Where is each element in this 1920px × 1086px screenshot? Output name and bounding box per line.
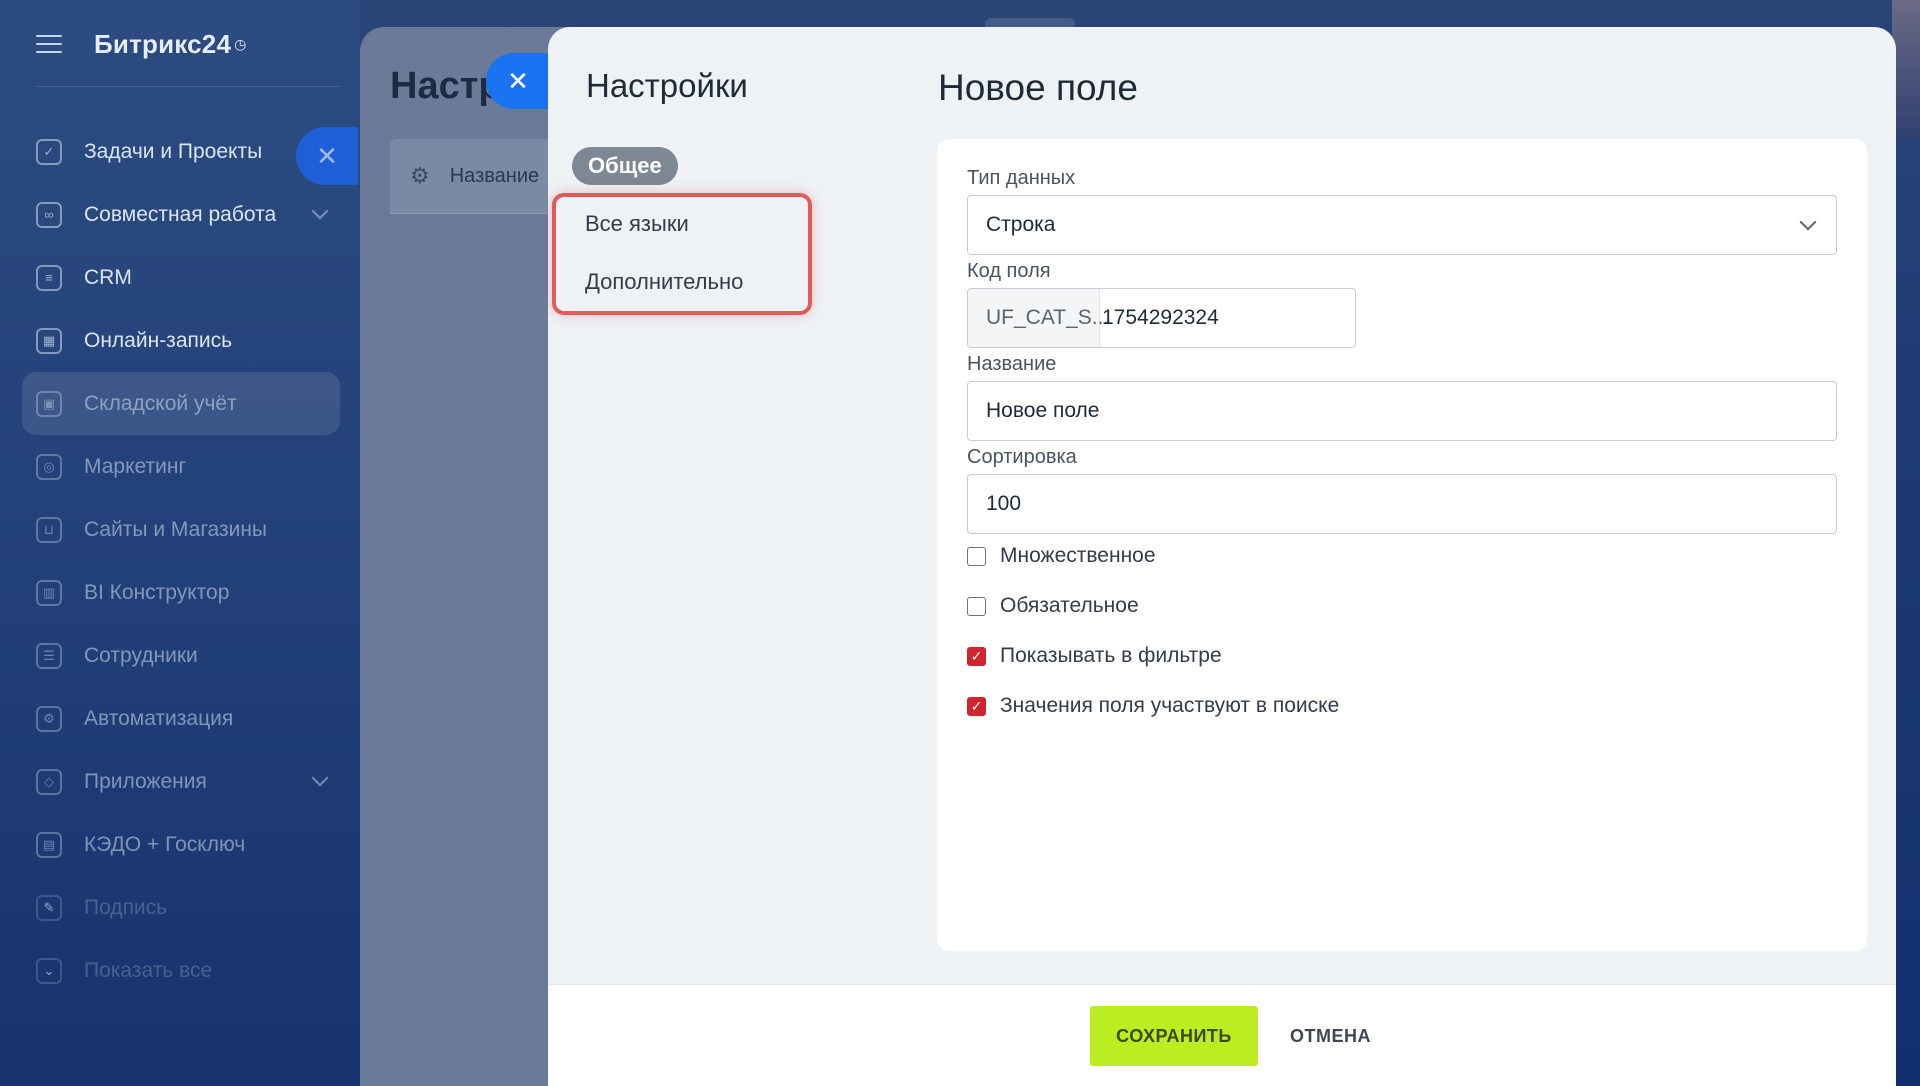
close-settings-slider-button[interactable]: ✕	[486, 53, 550, 109]
clock-icon: ◷	[234, 35, 247, 52]
sidebar-menu: ✓ Задачи и Проекты ∞ Совместная работа ≡…	[22, 120, 340, 1002]
field-form-card: Тип данных Строка Код поля UF_CAT_S... 1…	[937, 139, 1867, 951]
sidebar-item-employees[interactable]: ☰ Сотрудники	[22, 624, 340, 687]
cancel-button[interactable]: ОТМЕНА	[1274, 1006, 1387, 1066]
crm-icon: ≡	[36, 264, 62, 291]
sidebar-item-label: Маркетинг	[84, 454, 187, 478]
sidebar-item-label: Автоматизация	[84, 706, 234, 730]
chevron-down-icon	[1799, 213, 1817, 231]
gear-icon[interactable]: ⚙	[410, 163, 430, 189]
field-code-value: 1754292324	[1102, 306, 1219, 329]
cube-icon: ◇	[36, 768, 62, 795]
sort-input[interactable]: 100	[967, 474, 1837, 534]
signature-icon: ✎	[36, 894, 62, 921]
close-icon: ✕	[507, 65, 529, 96]
sidebar-item-tasks[interactable]: ✓ Задачи и Проекты	[22, 120, 340, 183]
field-settings-slider: Настройки Общее Все языки Дополнительно …	[548, 27, 1896, 1086]
sidebar-item-apps[interactable]: ◇ Приложения	[22, 750, 340, 813]
sidebar-divider	[36, 86, 340, 87]
employees-icon: ☰	[36, 642, 62, 669]
document-icon: ▤	[36, 831, 62, 858]
background-panel-column-label: Название	[449, 164, 540, 187]
robot-icon: ⚙	[36, 705, 62, 732]
show-in-filter-checkbox[interactable]: ✓	[967, 646, 986, 666]
sidebar-item-crm[interactable]: ≡ CRM	[22, 246, 340, 309]
brand-logo: Битрикс24	[94, 28, 232, 59]
collaboration-icon: ∞	[36, 201, 62, 228]
background-panel-title: Настр	[390, 65, 502, 107]
target-icon: ◎	[36, 453, 62, 480]
sidebar-item-label: Показать все	[84, 958, 213, 982]
sidebar-item-label: BI Конструктор	[84, 580, 230, 604]
calendar-icon: ▦	[36, 327, 62, 354]
chevron-down-icon: ⌄	[36, 957, 62, 984]
close-icon: ✕	[316, 140, 338, 171]
sidebar-item-booking[interactable]: ▦ Онлайн-запись	[22, 309, 340, 372]
cart-icon: ⊔	[36, 516, 62, 543]
multiple-checkbox-row[interactable]: Множественное	[967, 544, 1156, 568]
sidebar-item-show-all[interactable]: ⌄ Показать все	[22, 939, 340, 1002]
warehouse-icon: ▣	[36, 390, 62, 417]
chevron-down-icon	[311, 769, 329, 787]
close-sidebar-slider-button[interactable]: ✕	[296, 127, 358, 185]
sidebar-item-label: Задачи и Проекты	[84, 139, 263, 163]
tab-general[interactable]: Общее	[572, 147, 678, 185]
multiple-label: Множественное	[1000, 544, 1156, 567]
searchable-checkbox[interactable]: ✓	[967, 696, 986, 716]
name-label: Название	[967, 353, 1057, 375]
searchable-label: Значения поля участвуют в поиске	[1000, 694, 1340, 717]
settings-nav-title: Настройки	[586, 67, 748, 104]
field-code-label: Код поля	[967, 260, 1051, 282]
multiple-checkbox[interactable]	[967, 546, 986, 566]
checkbox-icon: ✓	[36, 138, 62, 165]
sidebar-item-label: Сотрудники	[84, 643, 198, 667]
required-label: Обязательное	[1000, 594, 1139, 617]
footer-bar: СОХРАНИТЬ ОТМЕНА	[548, 984, 1896, 1086]
show-in-filter-label: Показывать в фильтре	[1000, 644, 1222, 667]
sidebar-item-label: Подпись	[84, 895, 168, 919]
name-input[interactable]: Новое поле	[967, 381, 1837, 441]
background-decoration	[1892, 0, 1920, 140]
sidebar-item-label: Сайты и Магазины	[84, 517, 268, 541]
chevron-down-icon	[311, 202, 329, 220]
data-type-select[interactable]: Строка	[967, 195, 1837, 255]
menu-burger-icon[interactable]	[36, 35, 62, 53]
sidebar-item-warehouse[interactable]: ▣ Складской учёт	[22, 372, 340, 435]
data-type-value: Строка	[986, 213, 1056, 236]
show-in-filter-checkbox-row[interactable]: ✓ Показывать в фильтре	[967, 644, 1222, 668]
searchable-checkbox-row[interactable]: ✓ Значения поля участвуют в поиске	[967, 694, 1339, 718]
tab-additional[interactable]: Дополнительно	[585, 269, 743, 295]
sidebar-item-sites[interactable]: ⊔ Сайты и Магазины	[22, 498, 340, 561]
sidebar-item-signature[interactable]: ✎ Подпись	[22, 876, 340, 939]
sort-label: Сортировка	[967, 446, 1077, 468]
sidebar-item-label: CRM	[84, 265, 132, 289]
name-value: Новое поле	[986, 399, 1100, 422]
field-code-prefix: UF_CAT_S...	[968, 289, 1109, 347]
bar-chart-icon: ▥	[36, 579, 62, 606]
sidebar-item-bi[interactable]: ▥ BI Конструктор	[22, 561, 340, 624]
sidebar-item-marketing[interactable]: ◎ Маркетинг	[22, 435, 340, 498]
sidebar-header: Битрикс24 ◷	[36, 26, 246, 62]
sidebar-item-automation[interactable]: ⚙ Автоматизация	[22, 687, 340, 750]
sidebar-item-kedo[interactable]: ▤ КЭДО + Госключ	[22, 813, 340, 876]
sidebar-item-label: Совместная работа	[84, 202, 277, 226]
required-checkbox[interactable]	[967, 596, 986, 616]
save-button[interactable]: СОХРАНИТЬ	[1090, 1006, 1258, 1066]
sidebar-item-label: КЭДО + Госключ	[84, 832, 246, 856]
data-type-label: Тип данных	[967, 167, 1076, 189]
sidebar-item-label: Приложения	[84, 769, 207, 793]
sort-value: 100	[986, 492, 1022, 515]
sidebar-item-label: Складской учёт	[84, 391, 237, 415]
sidebar-item-label: Онлайн-запись	[84, 328, 233, 352]
tab-all-languages[interactable]: Все языки	[585, 211, 689, 237]
required-checkbox-row[interactable]: Обязательное	[967, 594, 1139, 618]
page-title: Новое поле	[938, 67, 1138, 108]
sidebar-item-collaboration[interactable]: ∞ Совместная работа	[22, 183, 340, 246]
field-code-input[interactable]: UF_CAT_S... 1754292324	[967, 288, 1356, 348]
